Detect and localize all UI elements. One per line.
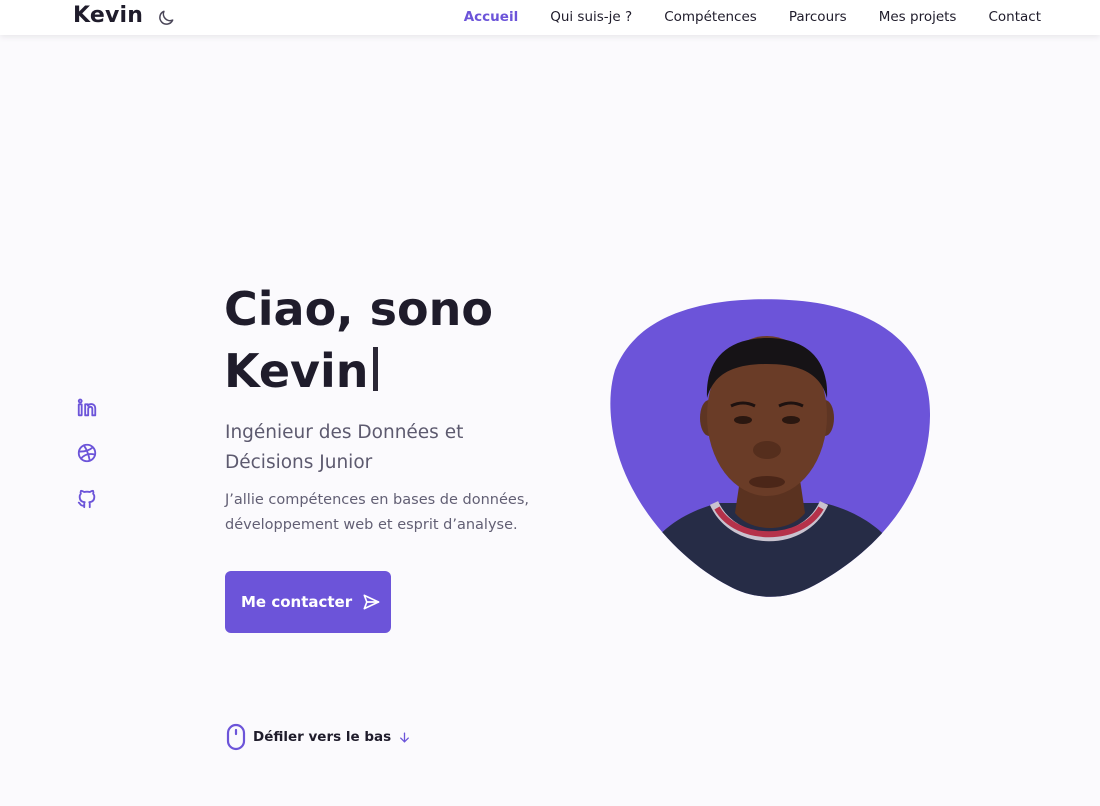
mouse-icon [226, 723, 246, 751]
main-nav: Accueil Qui suis-je ? Compétences Parcou… [464, 9, 1041, 25]
hero-greeting: Ciao, sono [224, 282, 493, 336]
arrow-down-icon [400, 732, 410, 742]
nav-item-accueil[interactable]: Accueil [464, 9, 518, 25]
profile-photo [610, 299, 931, 597]
hero-subtitle: Ingénieur des Données et Décisions Junio… [225, 422, 464, 473]
nav-item-mes-projets[interactable]: Mes projets [879, 9, 957, 25]
nav-item-competences[interactable]: Compétences [664, 9, 757, 25]
contact-button[interactable]: Me contacter [225, 571, 391, 633]
scroll-down-link[interactable]: Défiler vers le bas [226, 722, 411, 752]
nav-item-parcours[interactable]: Parcours [789, 9, 847, 25]
hero-title: Ciao, sono Kevin [224, 278, 493, 402]
moon-icon[interactable] [156, 8, 176, 28]
github-icon[interactable] [76, 488, 98, 510]
scroll-down-label: Défiler vers le bas [253, 729, 392, 745]
hero-name: Kevin [224, 344, 369, 398]
nav-item-qui-suis-je[interactable]: Qui suis-je ? [550, 9, 632, 25]
site-header: Kevin Accueil Qui suis-je ? Compétences … [0, 0, 1100, 35]
brand-logo[interactable]: Kevin [73, 3, 143, 28]
dribbble-icon[interactable] [76, 442, 98, 464]
contact-button-label: Me contacter [241, 593, 353, 611]
nav-item-contact[interactable]: Contact [988, 9, 1041, 25]
hero-description: J’allie compétences en bases de données,… [225, 492, 529, 533]
linkedin-icon[interactable] [76, 397, 98, 419]
send-icon [363, 594, 380, 610]
typing-cursor [372, 347, 378, 391]
